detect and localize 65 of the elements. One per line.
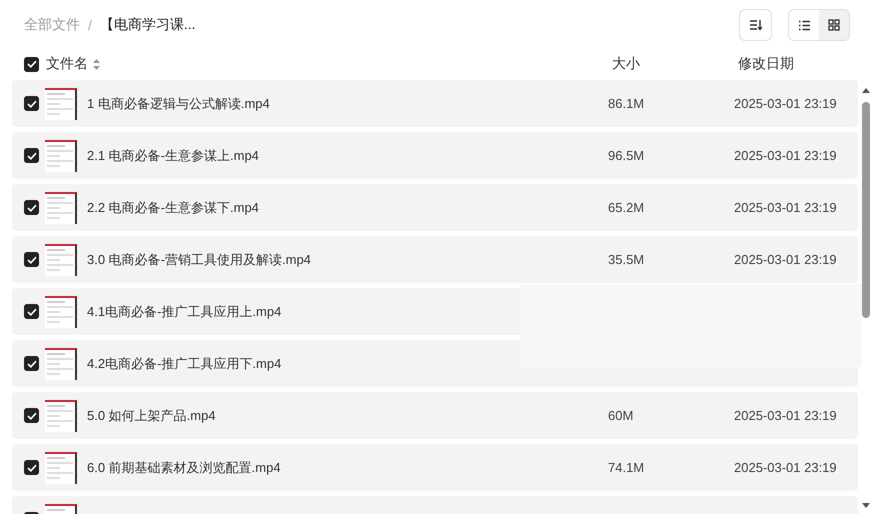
checkmark-icon [26,412,36,420]
file-name: 2.2 电商必备-生意参谋下.mp4 [87,198,260,216]
video-thumbnail [45,296,77,328]
row-checkbox[interactable] [24,304,39,319]
modified-date: 2025-03-01 23:19 [734,408,838,423]
row-checkbox[interactable] [24,252,39,267]
file-size: 35.5M [608,252,646,267]
file-size: 86.1M [608,96,646,111]
file-row[interactable]: 2.1 电商必备-生意参谋上.mp4 96.5M 2025-03-01 23:19 [12,132,858,179]
video-thumbnail [45,400,77,432]
video-thumbnail [45,140,77,172]
modified-date: 2025-03-01 23:19 [734,148,838,163]
checkmark-icon [26,308,36,316]
file-size: 96.5M [608,148,646,163]
scroll-down-icon[interactable] [861,502,871,510]
sort-button[interactable] [739,9,772,41]
row-checkbox[interactable] [24,96,39,111]
checkmark-icon [26,464,36,472]
row-checkbox[interactable] [24,460,39,475]
grid-icon [828,19,840,31]
checkmark-icon [26,152,36,160]
file-size: 65.2M [608,200,646,215]
video-thumbnail [45,452,77,484]
file-name: 6.0 前期基础素材及浏览配置.mp4 [87,458,282,476]
video-thumbnail [45,192,77,224]
file-row[interactable]: 6.0 前期基础素材及浏览配置.mp4 74.1M 2025-03-01 23:19 [12,444,858,491]
size-column-header: 大小 [612,55,641,73]
file-name: 5.0 如何上架产品.mp4 [87,406,217,424]
checkmark-icon [26,204,36,212]
file-size: 60M [608,408,634,423]
row-checkbox[interactable] [24,200,39,215]
row-checkbox[interactable] [24,356,39,371]
sort-arrows-icon[interactable] [93,58,100,70]
file-name: 4.1电商必备-推广工具应用上.mp4 [87,302,282,320]
file-name: 3.0 电商必备-营销工具使用及解读.mp4 [87,250,312,268]
modified-date: 2025-03-01 23:19 [734,200,838,215]
file-name: 1 电商必备逻辑与公式解读.mp4 [87,94,271,112]
file-row[interactable]: 1 电商必备逻辑与公式解读.mp4 86.1M 2025-03-01 23:19 [12,80,858,127]
breadcrumb-separator: / [88,17,92,33]
video-thumbnail [45,348,77,380]
row-checkbox[interactable] [24,408,39,423]
modified-date: 2025-03-01 23:19 [734,252,838,267]
checkmark-icon [26,100,36,108]
date-column-header: 修改日期 [738,55,795,73]
file-name: 2.1 电商必备-生意参谋上.mp4 [87,146,260,164]
file-row[interactable]: 3.0 电商必备-营销工具使用及解读.mp4 35.5M 2025-03-01 23:19 [12,236,858,283]
checkmark-icon [26,256,36,264]
row-checkbox[interactable] [24,148,39,163]
file-size: 74.1M [608,460,646,475]
scroll-up-icon[interactable] [861,86,871,94]
modified-date: 2025-03-01 23:19 [734,460,838,475]
modified-date: 2025-03-01 23:19 [734,96,838,111]
video-thumbnail [45,88,77,120]
file-row[interactable]: 2.2 电商必备-生意参谋下.mp4 65.2M 2025-03-01 23:19 [12,184,858,231]
name-column-header[interactable]: 文件名 [46,55,88,73]
file-name: 4.2电商必备-推广工具应用下.mp4 [87,354,282,372]
checkmark-icon [26,360,36,368]
select-all-checkbox[interactable] [24,56,39,72]
video-thumbnail [45,244,77,276]
checkmark-icon [26,60,36,68]
grid-view-button[interactable] [819,10,849,40]
sort-icon [748,19,762,31]
current-folder: 【电商学习课... [100,16,196,34]
file-row[interactable]: 5.0 如何上架产品.mp4 60M 2025-03-01 23:19 [12,392,858,439]
list-icon [798,20,810,30]
